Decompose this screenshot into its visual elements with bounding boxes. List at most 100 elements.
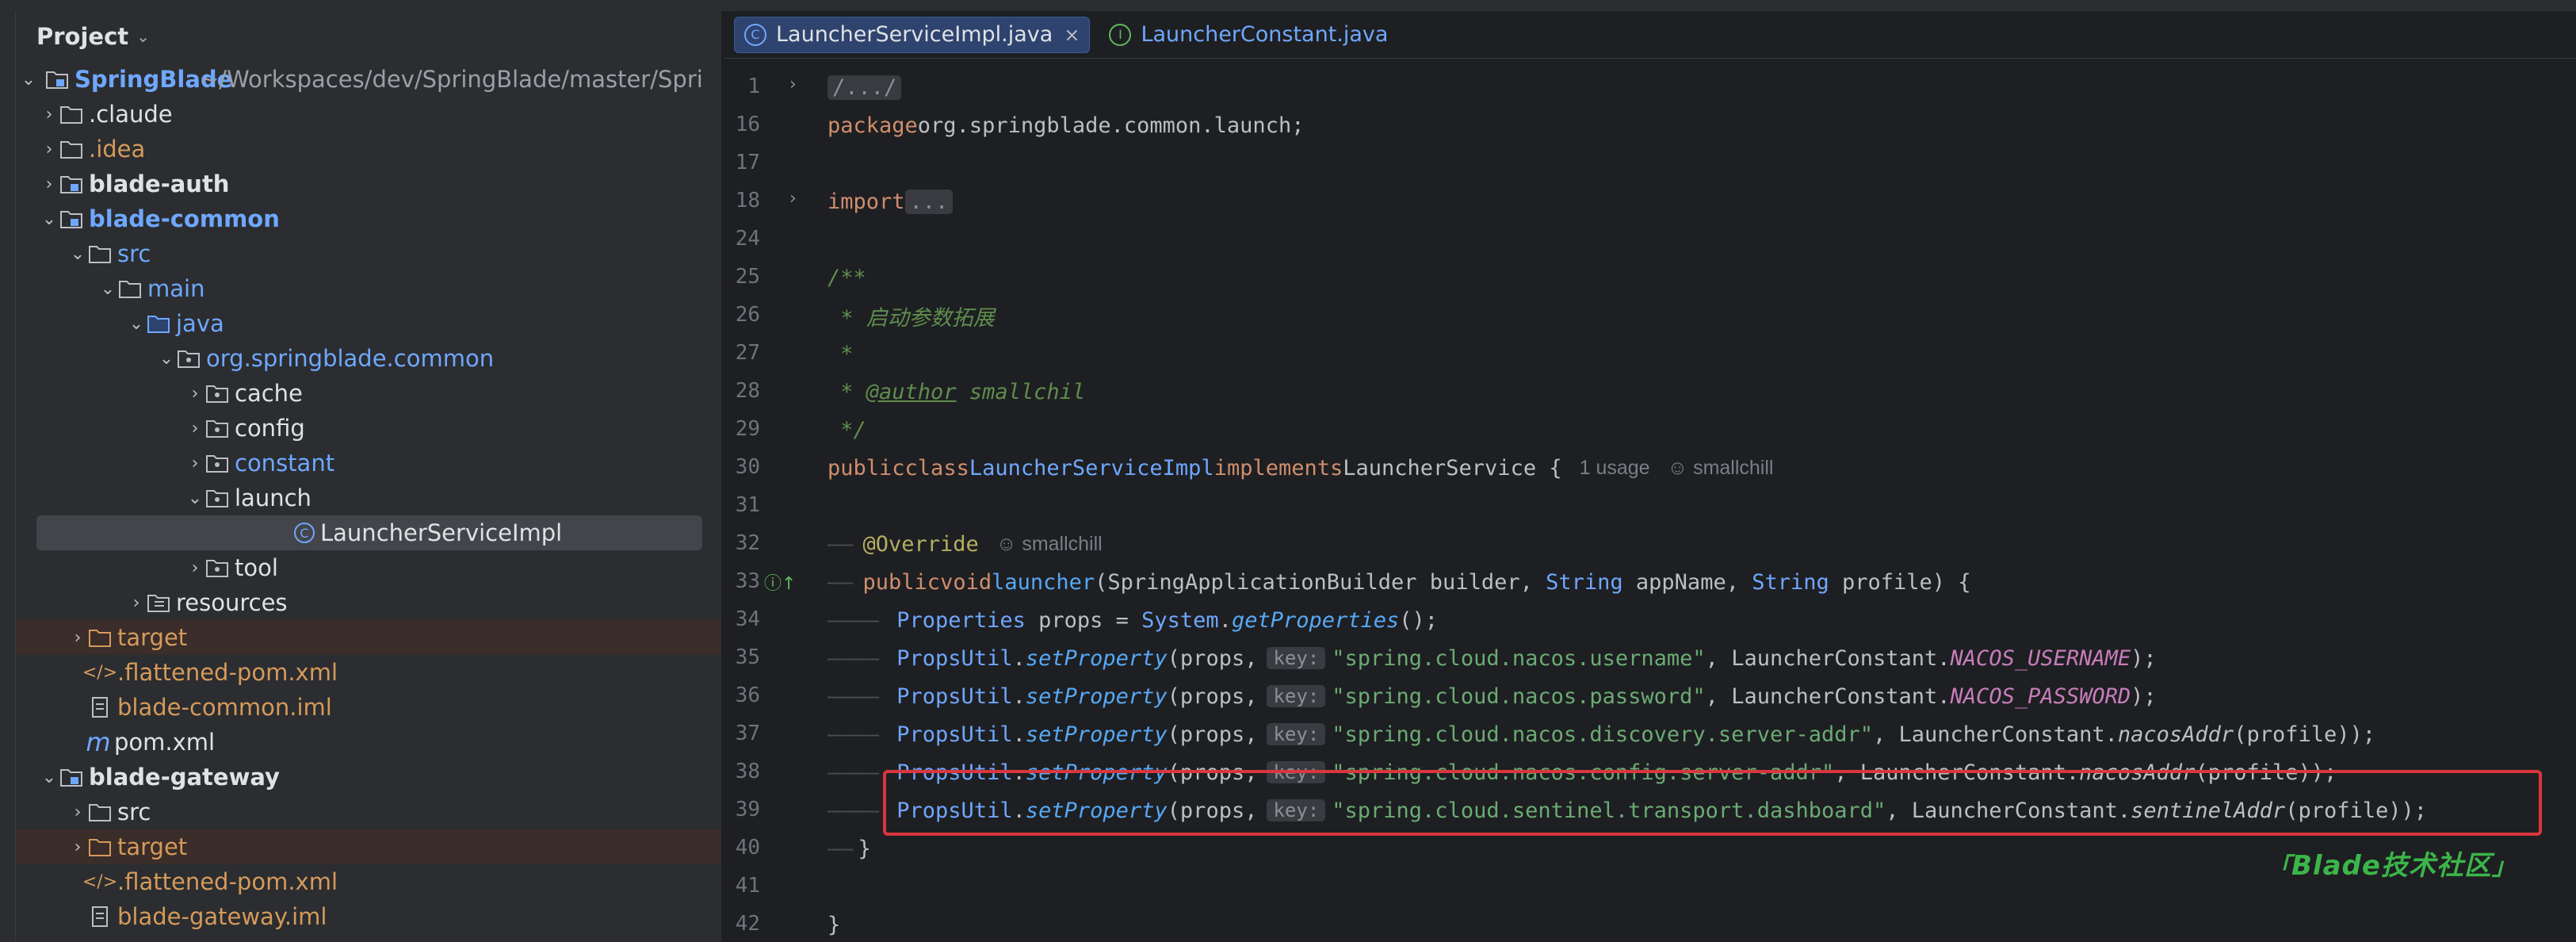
tree-item-blade-gateway[interactable]: ⌄ blade-gateway — [16, 760, 721, 795]
chevron-down-icon[interactable]: ⌄ — [98, 271, 117, 306]
tab-launcherconstant[interactable]: I LauncherConstant.java — [1099, 17, 1397, 53]
line-number: 27 — [735, 341, 760, 365]
chevron-down-icon[interactable]: ⌄ — [185, 481, 204, 515]
tree-item-blade-auth[interactable]: › blade-auth — [16, 167, 721, 201]
chevron-right-icon[interactable]: › — [40, 132, 59, 167]
tree-item-label: LauncherServiceImpl — [320, 519, 563, 546]
tree-item-gateway-src[interactable]: › src — [16, 795, 721, 829]
tree-item-gateway-target[interactable]: › target — [16, 829, 721, 864]
method-name: setProperty — [1025, 684, 1168, 709]
maven-icon: m — [86, 727, 111, 757]
package-icon — [203, 411, 231, 446]
tree-item-label: blade-auth — [89, 170, 230, 197]
tab-launcherserviceimpl[interactable]: C LauncherServiceImpl.java × — [734, 16, 1091, 53]
project-panel-header[interactable]: Project ⌄ — [16, 11, 721, 62]
tool-window-bar — [0, 11, 16, 942]
line-number: 31 — [735, 493, 760, 517]
tree-item-main[interactable]: ⌄ main — [16, 271, 721, 306]
code-text: (props, — [1167, 722, 1258, 747]
close-icon[interactable]: × — [1064, 24, 1080, 46]
tree-item-idea[interactable]: › .idea — [16, 132, 721, 167]
chevron-down-icon[interactable]: ⌄ — [127, 306, 146, 341]
tree-item-claude[interactable]: › .claude — [16, 97, 721, 132]
chevron-down-icon[interactable]: ⌄ — [136, 27, 150, 46]
chevron-right-icon[interactable]: › — [185, 446, 204, 481]
implements-method-icon[interactable]: ⓘ↑ — [764, 569, 796, 595]
string-literal: "spring.cloud.nacos.discovery.server-add… — [1332, 722, 1873, 747]
param: appName, — [1622, 569, 1752, 595]
line-number: 18 — [735, 189, 760, 213]
line-number: 33 — [735, 569, 760, 593]
chevron-right-icon[interactable]: › — [68, 620, 87, 655]
line-number: 24 — [735, 227, 760, 251]
author-hint[interactable]: ☺ smallchill — [996, 533, 1103, 556]
punct: ); — [2131, 684, 2157, 709]
tree-item-package[interactable]: ⌄ org.springblade.common — [16, 341, 721, 376]
author-name: smallchill — [1693, 456, 1774, 479]
fold-expand-icon[interactable]: › — [789, 75, 797, 94]
line-number: 42 — [735, 912, 760, 936]
package-icon — [203, 481, 231, 515]
punct: ; — [1291, 113, 1305, 138]
tree-item-blade-common[interactable]: ⌄ blade-common — [16, 201, 721, 236]
parameter-hint: key: — [1267, 723, 1326, 745]
class-name: LauncherConstant — [1731, 645, 1938, 671]
tree-item-target[interactable]: › target — [16, 620, 721, 655]
tree-item-constant[interactable]: › constant — [16, 446, 721, 481]
comment: * 启动参数拓展 — [827, 305, 995, 331]
tree-item-cache[interactable]: › cache — [16, 376, 721, 411]
code-line-32: —— @Override ☺ smallchill — [827, 525, 1103, 563]
folded-imports[interactable]: ... — [904, 189, 954, 214]
class-name: PropsUtil — [896, 645, 1013, 671]
tree-item-blade-common-iml[interactable]: blade-common.iml — [16, 690, 721, 725]
tree-item-label: resources — [176, 589, 288, 616]
tree-item-src[interactable]: ⌄ src — [16, 236, 721, 271]
tree-item-launch[interactable]: ⌄ launch — [16, 481, 721, 515]
chevron-down-icon[interactable]: ⌄ — [40, 201, 59, 236]
tree-item-java[interactable]: ⌄ java — [16, 306, 721, 341]
keyword: class — [904, 455, 969, 481]
fold-expand-icon[interactable]: › — [789, 189, 797, 209]
chevron-right-icon[interactable]: › — [40, 97, 59, 132]
package-name: org.springblade.common.launch — [917, 113, 1292, 138]
chevron-right-icon[interactable]: › — [68, 795, 87, 829]
watermark-text: Blade技术社区 — [2291, 850, 2492, 882]
tree-item-config[interactable]: › config — [16, 411, 721, 446]
chevron-right-icon[interactable]: › — [68, 829, 87, 864]
chevron-down-icon[interactable]: ⌄ — [40, 760, 59, 795]
tree-item-blade-gateway-iml[interactable]: blade-gateway.iml — [16, 899, 721, 934]
tree-item-label: blade-gateway — [89, 764, 280, 791]
param: builder, — [1416, 569, 1546, 595]
chevron-down-icon[interactable]: ⌄ — [68, 236, 87, 271]
tree-item-label: cache — [235, 380, 303, 407]
chevron-down-icon[interactable]: ⌄ — [157, 341, 176, 376]
tree-item-springblade[interactable]: ⌄ SpringBlade ~/Workspaces/dev/SpringBla… — [16, 62, 721, 97]
indent-guide: ———— — [827, 607, 892, 633]
watermark-bracket: 「 — [2267, 853, 2291, 881]
tree-item-pom[interactable]: m pom.xml — [16, 725, 721, 760]
usage-hint[interactable]: 1 usage — [1580, 457, 1650, 480]
indent-guide: —— — [827, 836, 854, 861]
chevron-right-icon[interactable]: › — [185, 550, 204, 585]
file-icon — [86, 690, 114, 725]
source-folder-icon — [144, 306, 173, 341]
method-name: getProperties — [1231, 607, 1400, 633]
tree-item-launcherserviceimpl[interactable]: C LauncherServiceImpl — [36, 515, 702, 550]
module-folder-icon — [57, 760, 86, 795]
interface-icon: I — [1109, 23, 1132, 46]
code-text: (props, — [1167, 684, 1258, 709]
code-line-27: * — [827, 335, 853, 373]
author-hint[interactable]: ☺ smallchill — [1668, 457, 1774, 480]
chevron-right-icon[interactable]: › — [40, 167, 59, 201]
tree-item-flattened-pom[interactable]: </> .flattened-pom.xml — [16, 655, 721, 690]
chevron-right-icon[interactable]: › — [185, 376, 204, 411]
svg-text:C: C — [300, 526, 308, 541]
chevron-right-icon[interactable]: › — [127, 585, 146, 620]
folded-region[interactable]: /.../ — [827, 75, 902, 100]
tree-item-resources[interactable]: › resources — [16, 585, 721, 620]
tree-item-gateway-flattened-pom[interactable]: </> .flattened-pom.xml — [16, 864, 721, 899]
punct: ( — [1095, 569, 1108, 595]
chevron-right-icon[interactable]: › — [185, 411, 204, 446]
tree-item-tool[interactable]: › tool — [16, 550, 721, 585]
chevron-down-icon[interactable]: ⌄ — [19, 62, 38, 97]
